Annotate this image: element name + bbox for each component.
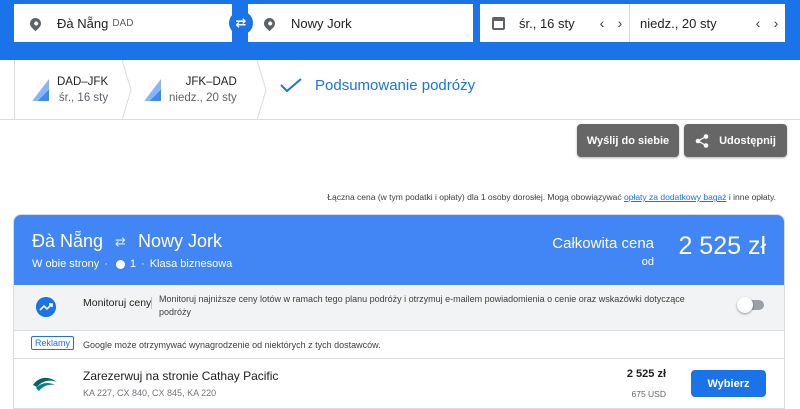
origin-field[interactable]: Đà Nẵng DAD [14, 4, 232, 42]
airline-tail-icon [32, 79, 49, 101]
step-route: JFK–DAD [185, 76, 237, 88]
trip-route: Đà Nẵng ⇄ Nowy Jork [32, 231, 222, 252]
depart-date-field[interactable]: śr., 16 sty ‹ › [480, 4, 630, 42]
flight-numbers: KA 227, CX 840, CX 845, KA 220 [83, 388, 217, 398]
booking-option: Zarezerwuj na stronie Cathay Pacific KA … [14, 359, 784, 408]
step-divider [257, 60, 267, 120]
baggage-fees-link[interactable]: opłaty za dodatkowy bagaż [624, 192, 727, 202]
share-button[interactable]: Udostępnij [684, 124, 787, 157]
price-note: Łączna cena (w tym podatki i opłaty) dla… [0, 192, 776, 202]
price-tracking-toggle[interactable] [737, 297, 764, 313]
return-date: niedz., 20 sty [640, 15, 717, 31]
round-trip-icon: ⇄ [115, 233, 126, 249]
destination-field[interactable]: Nowy Jork [248, 4, 473, 42]
trip-summary-card: Đà Nẵng ⇄ Nowy Jork W obie strony · 1 · … [13, 214, 785, 409]
cabin-class: Klasa biznesowa [149, 258, 233, 270]
trip-to: Nowy Jork [137, 231, 222, 251]
step-outbound[interactable]: DAD–JFK śr., 16 sty [14, 60, 127, 120]
price-note-text: Łączna cena (w tym podatki i opłaty) dla… [327, 192, 624, 202]
cathay-pacific-logo [33, 377, 57, 391]
location-pin-icon [27, 15, 44, 31]
return-date-field[interactable]: niedz., 20 sty ‹ › [630, 4, 785, 42]
price-note-text-end: i inne opłaty. [726, 192, 776, 202]
origin-code: DAD [112, 17, 134, 29]
checkmark-icon [280, 78, 302, 92]
step-return[interactable]: JFK–DAD niedz., 20 sty [127, 60, 262, 120]
destination-city: Nowy Jork [291, 15, 352, 31]
booking-price-usd: 675 USD [631, 389, 667, 399]
dates-field: śr., 16 sty ‹ › niedz., 20 sty ‹ › [480, 4, 785, 42]
chevron-left-icon[interactable]: ‹ [593, 15, 611, 31]
airline-tail-icon [144, 79, 161, 101]
total-price-label: Całkowita cena [552, 235, 654, 252]
step-date: śr., 16 sty [58, 92, 109, 104]
monitor-divider [151, 297, 152, 309]
send-to-self-button[interactable]: Wyślij do siebie [577, 124, 679, 157]
booking-price: 2 525 zł [626, 368, 666, 380]
separator-dot: · [104, 258, 108, 270]
booking-provider: Zarezerwuj na stronie Cathay Pacific [83, 369, 279, 383]
ads-badge[interactable]: Reklamy [31, 336, 75, 350]
swap-button[interactable]: ⇄ [229, 11, 253, 35]
card-header: Đà Nẵng ⇄ Nowy Jork W obie strony · 1 · … [14, 215, 784, 285]
trip-details: W obie strony · 1 · Klasa biznesowa [32, 258, 232, 270]
calendar-icon [492, 16, 505, 30]
trending-icon [36, 297, 56, 317]
ads-text: Google może otrzymywać wynagrodzenie od … [83, 340, 381, 350]
ads-disclosure: Reklamy Google może otrzymywać wynagrodz… [14, 331, 784, 359]
swap-icon: ⇄ [235, 15, 247, 30]
location-pin-icon [261, 15, 278, 31]
search-bar: Đà Nẵng DAD ⇄ Nowy Jork śr., 16 sty ‹ › … [0, 0, 800, 60]
chevron-left-icon[interactable]: ‹ [749, 15, 767, 31]
step-date: niedz., 20 sty [169, 92, 237, 104]
origin-city: Đà Nẵng [57, 15, 109, 31]
separator-dot: · [141, 258, 145, 270]
passenger-count: 1 [129, 258, 137, 270]
trip-from: Đà Nẵng [32, 231, 104, 251]
depart-date: śr., 16 sty [519, 15, 575, 31]
share-label: Udostępnij [719, 134, 776, 147]
trip-type: W obie strony [32, 258, 100, 270]
step-summary: Podsumowanie podróży [315, 77, 476, 94]
monitor-description: Monitoruj najniższe ceny lotów w ramach … [159, 294, 685, 317]
total-price: 2 525 zł [678, 232, 766, 260]
chevron-right-icon[interactable]: › [611, 15, 629, 31]
price-monitor-row: Monitoruj ceny Monitoruj najniższe ceny … [14, 285, 784, 331]
share-icon [695, 133, 709, 148]
person-icon [115, 259, 125, 269]
step-route: DAD–JFK [57, 76, 109, 88]
select-button[interactable]: Wybierz [691, 370, 766, 397]
from-label: od [641, 256, 654, 268]
monitor-title: Monitoruj ceny [83, 297, 152, 309]
chevron-right-icon[interactable]: › [767, 15, 785, 31]
